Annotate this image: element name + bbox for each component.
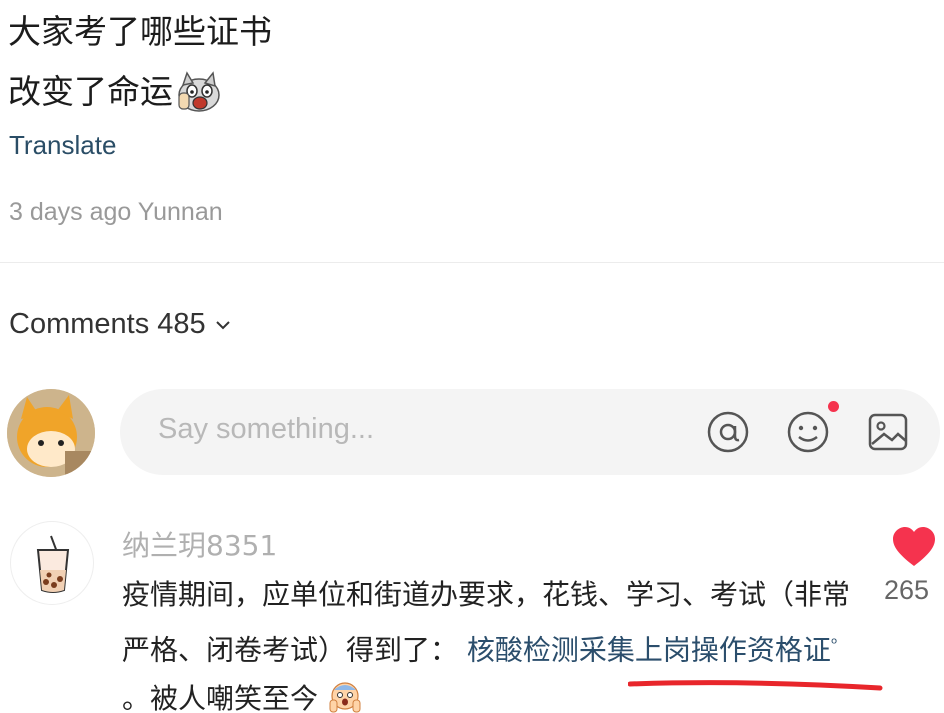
avatar-illustration-icon xyxy=(7,389,95,477)
avatar[interactable] xyxy=(7,389,95,477)
heart-icon[interactable] xyxy=(891,526,937,568)
scared-face-emoji-icon xyxy=(329,682,361,713)
comments-label: Comments xyxy=(9,308,150,340)
bubble-tea-icon xyxy=(36,535,70,593)
post-title-line-1: 大家考了哪些证书 xyxy=(8,12,272,51)
comment-input-placeholder: Say something... xyxy=(158,413,374,445)
comment-text-after: 。被人嘲笑至今 xyxy=(122,682,319,713)
post-meta: 3 days ago Yunnan xyxy=(9,198,223,226)
comments-count: 485 xyxy=(157,308,206,340)
post-title-text: 改变了命运 xyxy=(8,72,173,111)
post-title-line-2: 改变了命运 xyxy=(8,62,272,122)
post-title: 大家考了哪些证书 改变了命运 xyxy=(8,2,272,122)
search-icon[interactable]: ᵒ xyxy=(831,634,838,653)
comment-search-link[interactable]: 核酸检测采集上岗操作资格证 xyxy=(467,633,831,666)
translate-link[interactable]: Translate xyxy=(9,130,116,161)
at-icon[interactable] xyxy=(706,410,750,454)
comment-input[interactable]: Say something... xyxy=(120,389,940,475)
like-count: 265 xyxy=(884,575,930,605)
chevron-down-icon xyxy=(215,320,230,329)
cat-screaming-emoji-icon xyxy=(178,71,220,112)
image-icon[interactable] xyxy=(866,410,910,454)
smile-icon[interactable] xyxy=(786,410,830,454)
notification-dot xyxy=(828,401,839,412)
comment-username[interactable]: 纳兰玥8351 xyxy=(122,524,277,564)
divider xyxy=(0,262,944,263)
red-underline-mark xyxy=(628,680,883,691)
commenter-avatar[interactable] xyxy=(10,521,94,605)
comments-sort-toggle[interactable]: Comments 485 xyxy=(9,308,232,341)
